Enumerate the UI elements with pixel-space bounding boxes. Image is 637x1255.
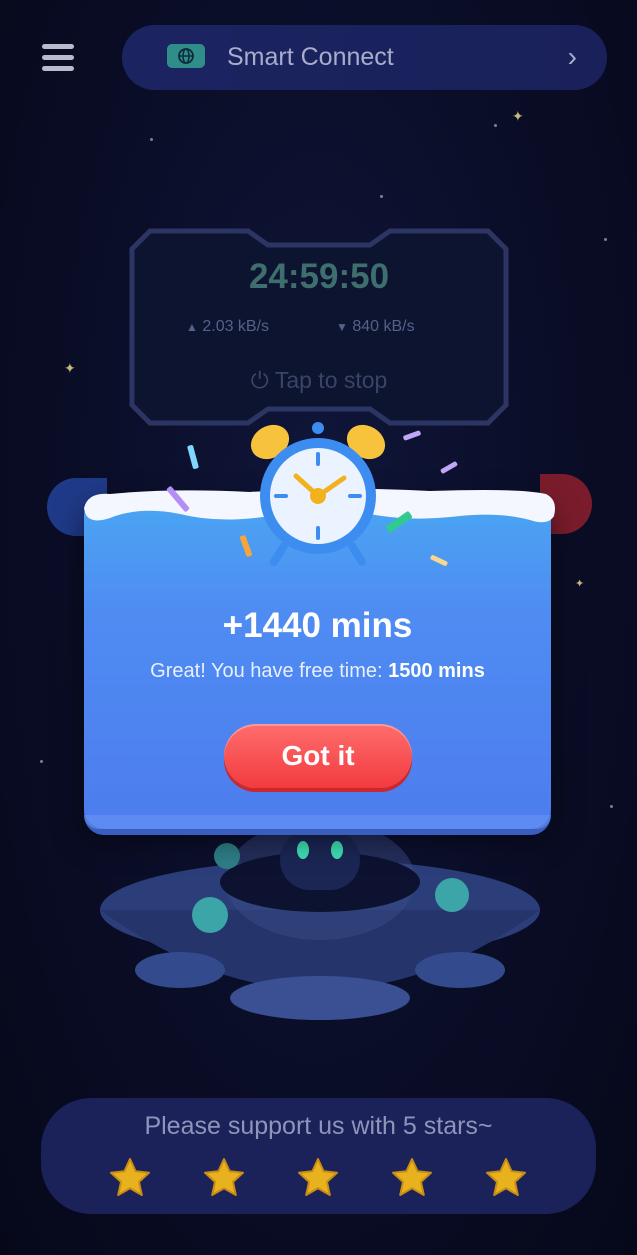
confetti-piece [186,444,200,470]
download-speed: ▼ 840 kB/s [336,318,415,336]
rating-star-2[interactable] [202,1156,246,1200]
background-star [494,124,497,127]
tap-to-stop[interactable]: ⏻ Tap to stop [128,367,510,394]
rating-star-1[interactable] [108,1156,152,1200]
chevron-right-icon: › [567,41,577,72]
rating-prompt: Please support us with 5 stars~ [144,1112,493,1140]
sparkle-icon: ✦ [512,108,524,124]
confetti-piece [439,460,459,475]
background-star [604,238,607,241]
reward-message-prefix: Great! You have free time: [150,660,389,682]
power-icon: ⏻ [250,367,269,393]
menu-line [42,55,74,60]
server-selector[interactable]: Smart Connect › [122,25,607,90]
connection-timer: 24:59:50 [248,257,390,296]
server-label: Smart Connect [227,43,394,71]
upload-arrow-icon: ▲ [186,320,198,334]
background-star [610,805,613,808]
rating-star-3[interactable] [296,1156,340,1200]
dialog-bottom-edge [84,815,551,829]
rating-star-5[interactable] [484,1156,528,1200]
got-it-button[interactable]: Got it [224,724,412,788]
stop-label: Tap to stop [274,367,388,393]
download-arrow-icon: ▼ [336,320,348,334]
rating-star-4[interactable] [390,1156,434,1200]
reward-message: Great! You have free time: 1500 mins [84,660,551,683]
confetti-piece [402,430,422,441]
alarm-clock-icon [250,422,386,566]
background-star [40,760,43,763]
sparkle-icon: ✦ [575,578,585,590]
reward-message-value: 1500 mins [388,660,485,682]
ufo-illustration [100,820,540,1020]
menu-line [42,66,74,71]
download-speed-value: 840 kB/s [352,318,415,335]
reward-title: +1440 mins [222,606,413,645]
menu-line [42,44,74,49]
rating-panel: Please support us with 5 stars~ [41,1098,596,1214]
connection-stats-panel[interactable]: 24:59:50 ▲ 2.03 kB/s ▼ 840 kB/s ⏻ Tap to… [128,227,510,427]
background-star [380,195,383,198]
background-star [150,138,153,141]
upload-speed-value: 2.03 kB/s [202,318,270,335]
globe-icon [167,44,205,68]
upload-speed: ▲ 2.03 kB/s [186,318,269,336]
menu-button[interactable] [40,42,76,74]
sparkle-icon: ✦ [64,360,76,376]
